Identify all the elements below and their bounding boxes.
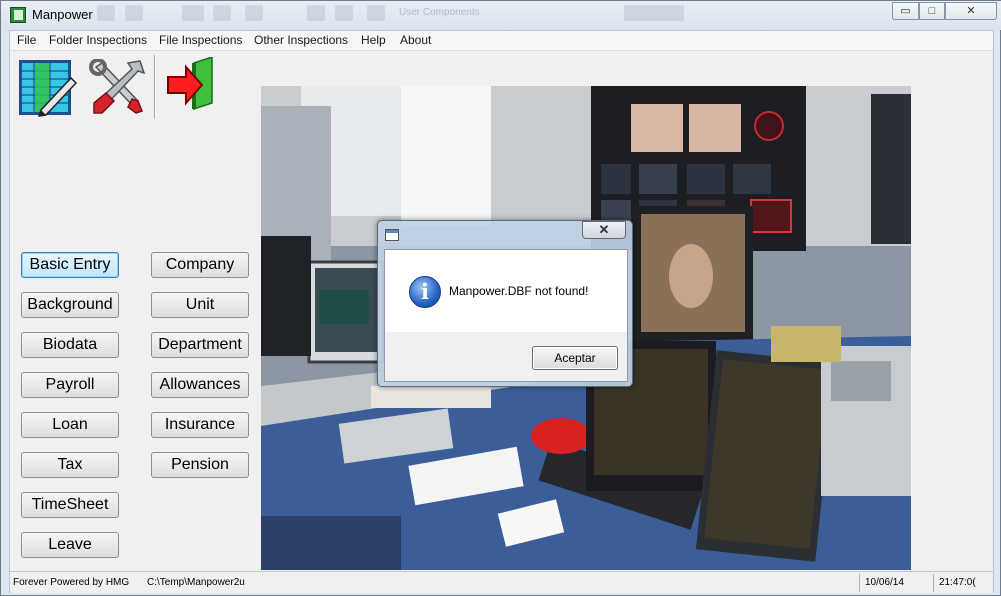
- message-dialog: ✕ i Manpower.DBF not found! Aceptar: [377, 220, 633, 387]
- ghost-toolbar-icon: [245, 5, 263, 21]
- insurance-button[interactable]: Insurance: [151, 412, 249, 438]
- unit-button[interactable]: Unit: [151, 292, 249, 318]
- info-icon: i: [409, 276, 441, 308]
- main-window: Manpower User Components ▭ □ ✕ File Fold…: [0, 0, 1001, 596]
- ghost-toolbar-icon: [307, 5, 325, 21]
- status-bar: Forever Powered by HMG C:\Temp\Manpower2…: [10, 571, 993, 593]
- close-window-button[interactable]: ✕: [945, 2, 997, 20]
- dialog-close-button[interactable]: ✕: [582, 221, 626, 239]
- menu-about[interactable]: About: [400, 33, 431, 47]
- ghost-toolbar-icon: [367, 5, 385, 21]
- tools-icon[interactable]: [88, 58, 146, 117]
- basic-entry-button[interactable]: Basic Entry: [21, 252, 119, 278]
- status-credit: Forever Powered by HMG: [13, 577, 130, 588]
- pension-button[interactable]: Pension: [151, 452, 249, 478]
- menu-other-inspections[interactable]: Other Inspections: [254, 33, 348, 47]
- ghost-toolbar-icon: [125, 5, 143, 21]
- menu-help[interactable]: Help: [361, 33, 386, 47]
- exit-door-icon[interactable]: [164, 55, 218, 113]
- ghost-button: [624, 5, 684, 21]
- status-time: 21:47:0(: [939, 577, 976, 588]
- status-date: 10/06/14: [865, 577, 904, 588]
- status-divider: [859, 574, 860, 592]
- tax-button[interactable]: Tax: [21, 452, 119, 478]
- ghost-toolbar-icon: [97, 5, 115, 21]
- menu-folder-inspections[interactable]: Folder Inspections: [49, 33, 147, 47]
- payroll-button[interactable]: Payroll: [21, 372, 119, 398]
- status-divider: [933, 574, 934, 592]
- biodata-button[interactable]: Biodata: [21, 332, 119, 358]
- company-button[interactable]: Company: [151, 252, 249, 278]
- spreadsheet-edit-icon[interactable]: [17, 58, 78, 118]
- background-button[interactable]: Background: [21, 292, 119, 318]
- ghost-toolbar-icon: [335, 5, 353, 21]
- loan-button[interactable]: Loan: [21, 412, 119, 438]
- ghost-toolbar-icon: [213, 5, 231, 21]
- title-bar[interactable]: Manpower User Components ▭ □ ✕: [1, 1, 1001, 30]
- maximize-button[interactable]: □: [919, 2, 945, 20]
- minimize-button[interactable]: ▭: [892, 2, 919, 20]
- allowances-button[interactable]: Allowances: [151, 372, 249, 398]
- leave-button[interactable]: Leave: [21, 532, 119, 558]
- dialog-window-icon: [385, 229, 399, 241]
- menu-bar: File Folder Inspections File Inspections…: [10, 31, 993, 51]
- app-icon[interactable]: [10, 7, 26, 23]
- menu-file[interactable]: File: [17, 33, 36, 47]
- dialog-message: Manpower.DBF not found!: [449, 284, 589, 298]
- menu-file-inspections[interactable]: File Inspections: [159, 33, 242, 47]
- timesheet-button[interactable]: TimeSheet: [21, 492, 119, 518]
- toolbar-separator: [154, 55, 155, 119]
- window-title: Manpower: [32, 7, 93, 22]
- ghost-caption: User Components: [399, 7, 480, 18]
- ghost-toolbar-icon: [182, 5, 204, 21]
- aceptar-button[interactable]: Aceptar: [532, 346, 618, 370]
- status-path: C:\Temp\Manpower2u: [147, 577, 245, 588]
- department-button[interactable]: Department: [151, 332, 249, 358]
